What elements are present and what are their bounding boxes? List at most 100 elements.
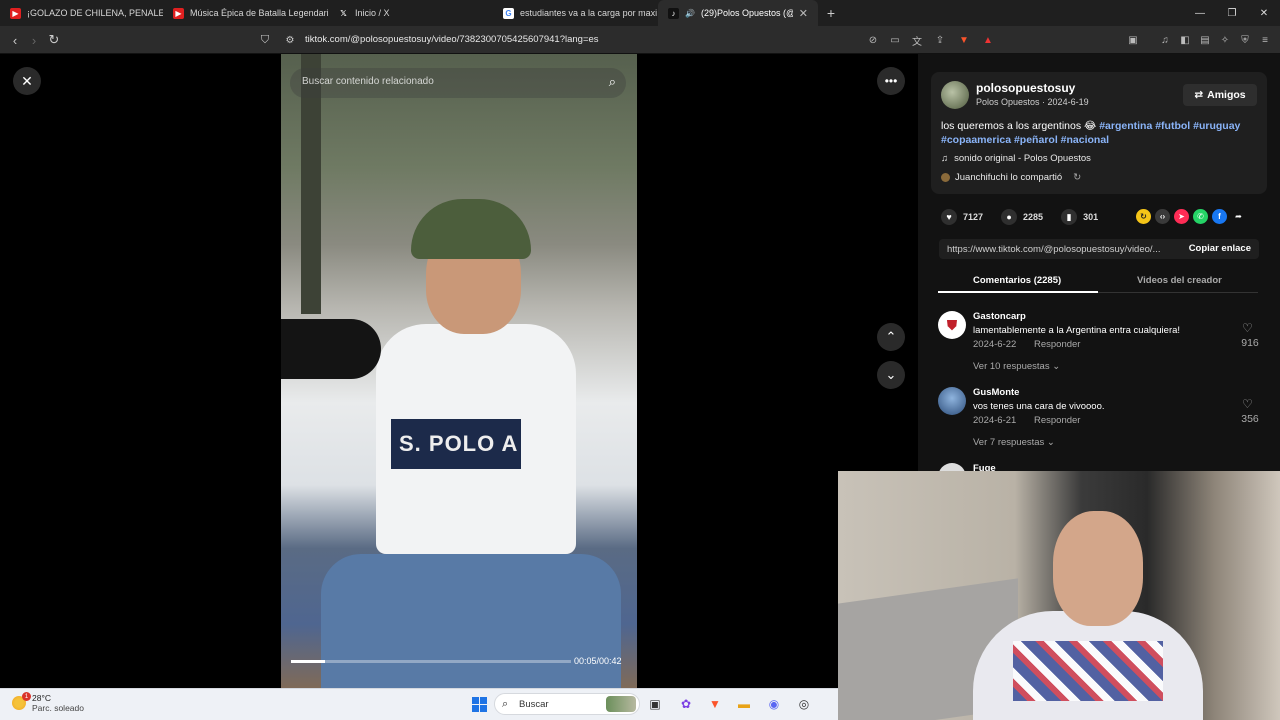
file-explorer-icon[interactable]: ▬ xyxy=(734,694,754,714)
comment-icon[interactable]: ● xyxy=(1001,209,1018,225)
restore-icon[interactable]: ❐ xyxy=(1216,0,1248,26)
address-bar-row: ‹ › ↻ ⛉ ⚙ tiktok.com/@polosopuestosuy/vi… xyxy=(0,26,1280,54)
search-icon[interactable]: ⌕ xyxy=(609,74,616,90)
cast-icon[interactable]: ▭ xyxy=(888,33,902,47)
sidebar-icon[interactable]: ▣ xyxy=(1126,33,1140,47)
comment-heart-icon[interactable]: ♡ xyxy=(1242,397,1253,411)
weather-condition: Parc. soleado xyxy=(32,703,84,713)
music-note-icon: ♫ xyxy=(941,153,949,164)
next-video-button[interactable]: ⌄ xyxy=(877,361,905,389)
music-icon[interactable]: ♫ xyxy=(1158,33,1172,47)
bookmark-icon[interactable]: ▮ xyxy=(1061,209,1078,225)
no-track-icon[interactable]: ⊘ xyxy=(866,33,880,47)
brave-browser-icon[interactable]: ▼ xyxy=(705,694,725,714)
hashtag[interactable]: #futbol xyxy=(1155,120,1190,132)
reading-list-icon[interactable]: ◧ xyxy=(1178,33,1192,47)
close-tab-icon[interactable]: ✕ xyxy=(799,7,808,20)
leo-ai-icon[interactable]: ✧ xyxy=(1218,33,1232,47)
translate-icon[interactable]: 文 xyxy=(910,33,924,48)
tab-comments[interactable]: Comentarios (2285) xyxy=(973,275,1061,286)
brave-rewards-icon[interactable]: ▲ xyxy=(981,33,995,47)
comment-heart-icon[interactable]: ♡ xyxy=(1242,321,1253,335)
webcam-overlay xyxy=(838,471,1280,720)
reply-link[interactable]: Responder xyxy=(1034,339,1080,350)
user-avatar[interactable] xyxy=(938,387,966,415)
copy-link-button[interactable]: Copiar enlace xyxy=(1189,243,1251,254)
wallet-icon[interactable]: ▤ xyxy=(1198,33,1212,47)
obs-icon[interactable]: ◎ xyxy=(794,694,814,714)
discord-icon[interactable]: ◉ xyxy=(764,694,784,714)
share-page-icon[interactable]: ⇪ xyxy=(933,33,947,47)
site-settings-icon[interactable]: ⚙ xyxy=(281,31,299,49)
more-options-button[interactable]: ••• xyxy=(877,67,905,95)
creator-avatar[interactable] xyxy=(941,81,969,109)
active-tab-indicator xyxy=(938,291,1098,293)
comment-item: GusMonte vos tenes una cara de vivoooo. … xyxy=(938,387,1259,459)
chevron-down-icon: ⌄ xyxy=(885,367,897,382)
post-link[interactable]: https://www.tiktok.com/@polosopuestosuy/… xyxy=(947,244,1173,255)
reload-icon[interactable]: ↻ xyxy=(45,31,63,49)
weather-alert-badge: 1 xyxy=(22,692,31,701)
url-field[interactable]: tiktok.com/@polosopuestosuy/video/738230… xyxy=(305,34,599,45)
facebook-icon[interactable]: f xyxy=(1212,209,1227,224)
video-progress-bar[interactable] xyxy=(291,660,571,663)
menu-icon[interactable]: ≡ xyxy=(1258,33,1272,47)
sound-link[interactable]: ♫ sonido original - Polos Opuestos xyxy=(941,153,1091,164)
video-progress-fill xyxy=(291,660,325,663)
browser-tab[interactable]: 𝕏 Inicio / X xyxy=(328,0,493,26)
new-tab-button[interactable]: + xyxy=(818,0,844,26)
sharer-avatar xyxy=(941,173,950,182)
post-caption: los queremos a los argentinos 😂 #argenti… xyxy=(941,120,1241,146)
hashtag[interactable]: #uruguay xyxy=(1193,120,1240,132)
bookmark-icon[interactable]: ⛉ xyxy=(256,31,274,49)
river-plate-avatar[interactable]: ⛊ xyxy=(938,311,966,339)
hashtag[interactable]: #argentina xyxy=(1099,120,1152,132)
hashtag[interactable]: #nacional xyxy=(1061,134,1109,146)
hashtag[interactable]: #peñarol xyxy=(1014,134,1058,146)
reply-link[interactable]: Responder xyxy=(1034,415,1080,426)
hashtag[interactable]: #copaamerica xyxy=(941,134,1011,146)
previous-video-button[interactable]: ⌃ xyxy=(877,323,905,351)
whatsapp-icon[interactable]: ✆ xyxy=(1193,209,1208,224)
share-icon[interactable]: ➦ xyxy=(1231,209,1246,224)
start-button[interactable] xyxy=(469,694,489,714)
panel-tabs: Comentarios (2285) Videos del creador xyxy=(938,269,1258,293)
comment-like-count: 916 xyxy=(1241,337,1259,349)
forward-icon[interactable]: › xyxy=(25,31,43,49)
related-search-input[interactable]: Buscar contenido relacionado ⌕ xyxy=(290,68,626,98)
google-icon: G xyxy=(503,7,514,19)
close-icon: ✕ xyxy=(21,72,33,89)
view-replies-link[interactable]: Ver 10 respuestas ⌄ xyxy=(973,361,1060,372)
creator-username[interactable]: polosopuestosuy xyxy=(976,81,1075,95)
search-highlight-image xyxy=(606,696,636,712)
minimize-icon[interactable]: — xyxy=(1184,0,1216,26)
close-window-icon[interactable]: ✕ xyxy=(1248,0,1280,26)
like-count: 7127 xyxy=(963,212,984,222)
browser-tab[interactable]: ▶ Música Épica de Batalla Legendaria | xyxy=(163,0,328,26)
heart-icon[interactable]: ♥ xyxy=(941,209,957,225)
task-view-icon[interactable]: ▣ xyxy=(645,694,665,714)
comment-text: lamentablemente a la Argentina entra cua… xyxy=(973,325,1181,336)
browser-tab[interactable]: G estudiantes va a la carga por maxi sil xyxy=(493,0,658,26)
browser-tab[interactable]: ▶ ¡GOLAZO DE CHILENA, PENALES Y E xyxy=(0,0,163,26)
vpn-icon[interactable]: ⛨ xyxy=(1238,33,1252,47)
tab-creator-videos[interactable]: Videos del creador xyxy=(1137,275,1222,286)
close-video-button[interactable]: ✕ xyxy=(13,67,41,95)
repost-icon[interactable]: ↻ xyxy=(1073,172,1081,183)
x-icon: 𝕏 xyxy=(340,8,347,18)
browser-tab-active[interactable]: ♪ 🔊 (29)Polos Opuestos (@polos ✕ xyxy=(658,0,818,26)
comment-item: ⛊ Gastoncarp lamentablemente a la Argent… xyxy=(938,311,1259,383)
ellipsis-icon: ••• xyxy=(884,74,898,88)
repost-share-icon[interactable]: ↻ xyxy=(1136,209,1151,224)
brave-shield-icon[interactable]: ▼ xyxy=(957,33,971,47)
comment-username[interactable]: GusMonte xyxy=(973,387,1019,398)
friends-button[interactable]: ⇄ Amigos xyxy=(1183,84,1257,106)
embed-icon[interactable]: ‹› xyxy=(1155,209,1170,224)
comment-username[interactable]: Gastoncarp xyxy=(973,311,1026,322)
send-icon[interactable]: ➤ xyxy=(1174,209,1189,224)
video-player[interactable]: S. POLO A xyxy=(281,54,637,688)
copilot-icon[interactable]: ✿ xyxy=(676,694,696,714)
back-icon[interactable]: ‹ xyxy=(6,31,24,49)
taskbar-search[interactable]: ⌕ Buscar xyxy=(494,693,640,715)
view-replies-link[interactable]: Ver 7 respuestas ⌄ xyxy=(973,437,1055,448)
